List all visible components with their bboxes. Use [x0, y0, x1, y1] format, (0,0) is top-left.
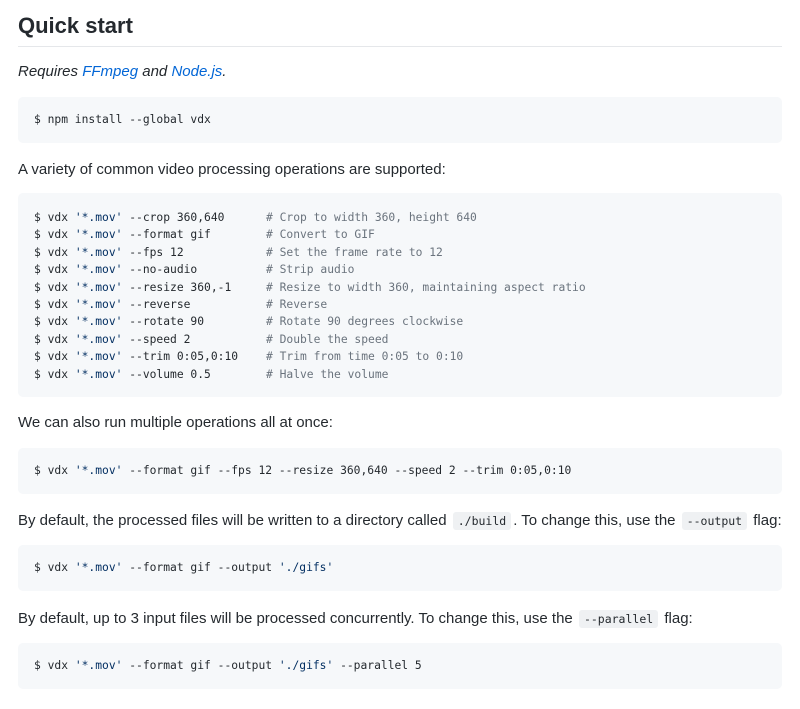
- cmd-prefix: $ vdx: [34, 659, 75, 672]
- cmd-prefix: $ vdx: [34, 561, 75, 574]
- install-command: $ npm install --global vdx: [34, 113, 211, 126]
- variety-text: A variety of common video processing ope…: [18, 161, 446, 178]
- readme-page: Quick start Requires FFmpeg and Node.js.…: [0, 0, 800, 709]
- example-line: $ vdx '*.mov' --no-audio # Strip audio: [34, 261, 766, 278]
- example-line: $ vdx '*.mov' --volume 0.5 # Halve the vo…: [34, 366, 766, 383]
- example-line: $ vdx '*.mov' --rotate 90 # Rotate 90 deg…: [34, 313, 766, 330]
- cmd-prefix: $ vdx: [34, 280, 75, 294]
- cmd-args-2: --parallel 5: [333, 659, 422, 672]
- cmd-glob: '*.mov': [74, 332, 123, 346]
- cmd-glob: '*.mov': [74, 228, 123, 242]
- cmd-prefix: $ vdx: [34, 315, 75, 329]
- cmd-glob: '*.mov': [74, 211, 123, 224]
- cmd-comment: # Halve the volume: [266, 367, 389, 381]
- cmd-comment: # Crop to width 360, height 640: [266, 211, 477, 224]
- example-line: $ vdx '*.mov' --trim 0:05,0:10 # Trim fro…: [34, 348, 766, 365]
- output-flag-code: --output: [681, 512, 748, 530]
- cmd-prefix: $ vdx: [34, 464, 75, 477]
- output-command: $ vdx '*.mov' --format gif --output './g…: [34, 545, 766, 591]
- output-text-middle: . To change this, use the: [513, 512, 680, 529]
- multi-ops-command: $ vdx '*.mov' --format gif --fps 12 --re…: [34, 448, 766, 494]
- cmd-glob: '*.mov': [74, 245, 123, 259]
- cmd-args: --trim 0:05,0:10: [122, 350, 239, 364]
- example-line: $ vdx '*.mov' --crop 360,640 # Crop to wi…: [34, 209, 766, 226]
- cmd-prefix: $ vdx: [34, 245, 75, 259]
- cmd-args: --crop 360,640: [122, 211, 225, 224]
- cmd-glob: '*.mov': [74, 315, 123, 329]
- cmd-prefix: $ vdx: [34, 228, 75, 242]
- default-parallel-text: By default, up to 3 input files will be …: [18, 609, 693, 629]
- cmd-args: --no-audio: [122, 263, 198, 277]
- parallel-code-block[interactable]: $ vdx '*.mov' --format gif --output './g…: [18, 643, 782, 689]
- cmd-prefix: $ vdx: [34, 350, 75, 364]
- cmd-glob: '*.mov': [74, 263, 123, 277]
- cmd-comment: # Rotate 90 degrees clockwise: [266, 315, 464, 329]
- build-dir-code: ./build: [452, 512, 512, 530]
- cmd-output-path: './gifs': [278, 561, 334, 574]
- page-title: Quick start: [18, 10, 782, 47]
- requires-suffix: .: [222, 63, 227, 80]
- cmd-comment: # Convert to GIF: [266, 228, 375, 242]
- output-code-block[interactable]: $ vdx '*.mov' --format gif --output './g…: [18, 545, 782, 591]
- cmd-prefix: $ vdx: [34, 211, 75, 224]
- parallel-text-after: flag:: [660, 610, 693, 627]
- example-line: $ vdx '*.mov' --resize 360,-1 # Resize to…: [34, 279, 766, 296]
- cmd-args: --fps 12: [122, 245, 184, 259]
- ffmpeg-link[interactable]: FFmpeg: [82, 63, 138, 80]
- cmd-args: --reverse: [122, 297, 191, 311]
- cmd-args: --speed 2: [122, 332, 191, 346]
- parallel-command: $ vdx '*.mov' --format gif --output './g…: [34, 643, 766, 689]
- example-line: $ vdx '*.mov' --speed 2 # Double the spee…: [34, 331, 766, 348]
- requires-prefix: Requires: [18, 63, 83, 80]
- parallel-text-before: By default, up to 3 input files will be …: [18, 610, 577, 627]
- parallel-flag-code: --parallel: [578, 610, 659, 628]
- requires-and: and: [138, 63, 172, 80]
- cmd-prefix: $ vdx: [34, 332, 75, 346]
- cmd-prefix: $ vdx: [34, 297, 75, 311]
- cmd-comment: # Resize to width 360, maintaining aspec…: [266, 280, 586, 294]
- cmd-comment: # Trim from time 0:05 to 0:10: [266, 350, 464, 364]
- cmd-prefix: $ vdx: [34, 367, 75, 381]
- requirements-text: Requires FFmpeg and Node.js.: [18, 62, 226, 82]
- cmd-args: --volume 0.5: [122, 367, 211, 381]
- example-line: $ vdx '*.mov' --reverse # Reverse: [34, 296, 766, 313]
- cmd-glob: '*.mov': [74, 464, 123, 477]
- cmd-output-path: './gifs': [278, 659, 334, 672]
- example-line: $ vdx '*.mov' --fps 12 # Set the frame ra…: [34, 244, 766, 261]
- cmd-glob: '*.mov': [74, 561, 123, 574]
- cmd-glob: '*.mov': [74, 297, 123, 311]
- example-line: $ vdx '*.mov' --format gif # Convert to G…: [34, 226, 766, 243]
- examples-code-block[interactable]: $ vdx '*.mov' --crop 360,640 # Crop to wi…: [18, 193, 782, 397]
- cmd-args: --format gif --fps 12 --resize 360,640 -…: [122, 464, 572, 477]
- cmd-comment: # Strip audio: [266, 263, 355, 277]
- default-output-text: By default, the processed files will be …: [18, 511, 782, 531]
- cmd-args: --format gif --output: [122, 659, 279, 672]
- output-text-after: flag:: [749, 512, 782, 529]
- multi-ops-text: We can also run multiple operations all …: [18, 414, 333, 431]
- cmd-comment: # Set the frame rate to 12: [266, 245, 443, 259]
- cmd-glob: '*.mov': [74, 367, 123, 381]
- cmd-glob: '*.mov': [74, 659, 123, 672]
- nodejs-link[interactable]: Node.js: [171, 63, 222, 80]
- examples-list: $ vdx '*.mov' --crop 360,640 # Crop to wi…: [34, 209, 766, 383]
- install-code-block[interactable]: $ npm install --global vdx: [18, 97, 782, 143]
- cmd-glob: '*.mov': [74, 280, 123, 294]
- cmd-args: --resize 360,-1: [122, 280, 232, 294]
- multi-ops-code-block[interactable]: $ vdx '*.mov' --format gif --fps 12 --re…: [18, 448, 782, 494]
- output-text-before: By default, the processed files will be …: [18, 512, 451, 529]
- cmd-prefix: $ vdx: [34, 263, 75, 277]
- cmd-args: --rotate 90: [122, 315, 205, 329]
- cmd-comment: # Reverse: [266, 297, 328, 311]
- cmd-args: --format gif: [122, 228, 211, 242]
- cmd-args: --format gif --output: [122, 561, 279, 574]
- cmd-glob: '*.mov': [74, 350, 123, 364]
- cmd-comment: # Double the speed: [266, 332, 389, 346]
